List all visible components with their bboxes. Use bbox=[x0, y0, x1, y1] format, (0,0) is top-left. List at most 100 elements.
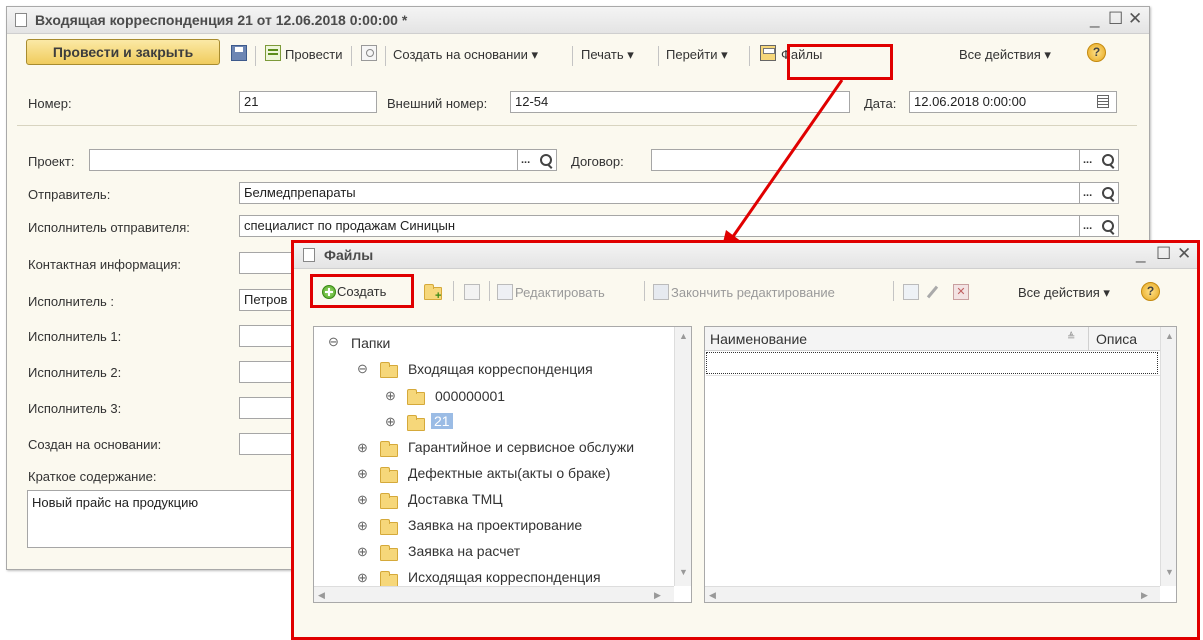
scroll-left-icon[interactable]: ◀ bbox=[709, 590, 716, 601]
expand-icon[interactable]: ⊕ bbox=[357, 467, 368, 480]
separator bbox=[644, 281, 645, 301]
goto-menu[interactable]: Перейти ▾ bbox=[666, 47, 728, 63]
project-picker[interactable]: ... bbox=[517, 149, 557, 171]
column-divider bbox=[1088, 327, 1089, 350]
scroll-down-icon[interactable]: ▼ bbox=[679, 567, 688, 577]
summary-textarea[interactable]: Новый прайс на продукцию bbox=[27, 490, 299, 548]
save-icon[interactable] bbox=[231, 45, 247, 61]
expand-icon[interactable]: ⊕ bbox=[385, 415, 396, 428]
report-icon[interactable] bbox=[361, 45, 377, 61]
contract-picker[interactable]: ... bbox=[1079, 149, 1119, 171]
finish-edit-icon[interactable] bbox=[653, 284, 669, 300]
post-and-close-button[interactable]: Провести и закрыть bbox=[26, 39, 220, 65]
scroll-up-icon[interactable]: ▲ bbox=[679, 331, 688, 341]
minimize-icon[interactable]: _ bbox=[1090, 9, 1099, 29]
scroll-left-icon[interactable]: ◀ bbox=[318, 590, 325, 601]
files-all-actions-menu[interactable]: Все действия ▾ bbox=[1018, 285, 1110, 301]
tree-item[interactable]: Заявка на расчет bbox=[408, 543, 520, 559]
expand-icon[interactable]: ⊕ bbox=[357, 493, 368, 506]
created-based-on-label: Создан на основании: bbox=[28, 437, 162, 452]
maximize-icon[interactable]: ☐ bbox=[1156, 244, 1171, 264]
collapse-icon[interactable]: ⊖ bbox=[328, 335, 339, 348]
tree-item-selected[interactable]: 21 bbox=[431, 413, 453, 429]
list-horizontal-scrollbar[interactable]: ◀ ▶ bbox=[705, 586, 1160, 602]
collapse-icon[interactable]: ⊖ bbox=[357, 362, 368, 375]
pencil-icon[interactable] bbox=[926, 285, 939, 299]
contact-info-field[interactable] bbox=[239, 252, 299, 274]
table-row[interactable] bbox=[706, 352, 1158, 374]
post-icon[interactable] bbox=[265, 45, 281, 61]
date-label: Дата: bbox=[864, 96, 897, 111]
column-header-description[interactable]: Описа bbox=[1096, 331, 1137, 347]
delete-icon[interactable]: ✕ bbox=[953, 284, 969, 300]
sender-field[interactable]: Белмедпрепараты bbox=[239, 182, 1081, 204]
executor2-field[interactable] bbox=[239, 361, 299, 383]
maximize-icon[interactable]: ☐ bbox=[1108, 9, 1123, 29]
edit-doc-icon[interactable] bbox=[497, 284, 513, 300]
executor-field[interactable]: Петров bbox=[239, 289, 299, 311]
expand-icon[interactable]: ⊕ bbox=[357, 441, 368, 454]
separator bbox=[489, 281, 490, 301]
help-icon[interactable]: ? bbox=[1087, 43, 1106, 62]
title-bar: Входящая корреспонденция 21 от 12.06.201… bbox=[7, 7, 1149, 34]
files-help-icon[interactable]: ? bbox=[1141, 282, 1160, 301]
summary-label: Краткое содержание: bbox=[28, 469, 157, 484]
sender-label: Отправитель: bbox=[28, 187, 111, 202]
sender-executor-field[interactable]: специалист по продажам Синицын bbox=[239, 215, 1081, 237]
sender-executor-picker[interactable]: ... bbox=[1079, 215, 1119, 237]
expand-icon[interactable]: ⊕ bbox=[357, 571, 368, 584]
separator bbox=[572, 46, 573, 66]
folder-icon bbox=[407, 415, 425, 431]
divider bbox=[17, 125, 1137, 126]
tree-item[interactable]: Исходящая корреспонденция bbox=[408, 569, 601, 585]
column-header-name[interactable]: Наименование bbox=[710, 331, 807, 347]
files-icon[interactable] bbox=[760, 45, 776, 61]
scroll-right-icon[interactable]: ▶ bbox=[1141, 590, 1148, 601]
number-field[interactable]: 21 bbox=[239, 91, 377, 113]
sort-icon[interactable]: ≜ bbox=[1067, 332, 1075, 343]
separator bbox=[893, 281, 894, 301]
close-icon[interactable]: ✕ bbox=[1177, 244, 1191, 264]
tree-item[interactable]: Гарантийное и сервисное обслужи bbox=[408, 439, 634, 455]
sender-picker[interactable]: ... bbox=[1079, 182, 1119, 204]
tree-item[interactable]: Доставка ТМЦ bbox=[408, 491, 503, 507]
executor-label: Исполнитель : bbox=[28, 294, 115, 309]
date-field[interactable]: 12.06.2018 0:00:00 bbox=[909, 91, 1117, 113]
copy-icon[interactable] bbox=[464, 284, 480, 300]
finish-edit-button[interactable]: Закончить редактирование bbox=[671, 285, 835, 300]
minimize-icon[interactable]: _ bbox=[1136, 244, 1145, 264]
tree-horizontal-scrollbar[interactable]: ◀ ▶ bbox=[314, 586, 674, 602]
export-icon[interactable] bbox=[903, 284, 919, 300]
all-actions-menu[interactable]: Все действия ▾ bbox=[959, 47, 1051, 63]
expand-icon[interactable]: ⊕ bbox=[357, 545, 368, 558]
executor1-field[interactable] bbox=[239, 325, 299, 347]
tree-root-label[interactable]: Папки bbox=[351, 335, 390, 351]
scroll-right-icon[interactable]: ▶ bbox=[654, 590, 661, 601]
add-folder-icon[interactable]: + bbox=[424, 284, 442, 302]
create-based-on-menu[interactable]: Создать на основании ▾ bbox=[393, 47, 538, 63]
scroll-down-icon[interactable]: ▼ bbox=[1165, 567, 1174, 577]
arrow-line bbox=[730, 79, 844, 239]
edit-button[interactable]: Редактировать bbox=[515, 285, 605, 300]
tree-item[interactable]: Входящая корреспонденция bbox=[408, 361, 593, 377]
post-button[interactable]: Провести bbox=[285, 47, 343, 62]
files-window-title: Файлы bbox=[324, 247, 374, 263]
pointer-arrow bbox=[720, 79, 844, 255]
list-vertical-scrollbar[interactable]: ▲ ▼ bbox=[1160, 327, 1176, 586]
calendar-icon[interactable] bbox=[1097, 95, 1109, 108]
tree-vertical-scrollbar[interactable]: ▲ ▼ bbox=[674, 327, 691, 586]
close-icon[interactable]: ✕ bbox=[1128, 9, 1142, 29]
scroll-up-icon[interactable]: ▲ bbox=[1165, 331, 1174, 341]
executor3-field[interactable] bbox=[239, 397, 299, 419]
files-list[interactable]: Наименование ≜ Описа ▲ ▼ ◀ ▶ bbox=[704, 326, 1177, 603]
tree-item[interactable]: 000000001 bbox=[435, 388, 505, 404]
print-menu[interactable]: Печать ▾ bbox=[581, 47, 634, 63]
created-based-on-field[interactable] bbox=[239, 433, 299, 455]
project-field[interactable] bbox=[89, 149, 519, 171]
expand-icon[interactable]: ⊕ bbox=[385, 389, 396, 402]
tree-item[interactable]: Дефектные акты(акты о браке) bbox=[408, 465, 610, 481]
tree-item[interactable]: Заявка на проектирование bbox=[408, 517, 582, 533]
folders-tree[interactable]: ⊖ Папки ⊖ Входящая корреспонденция ⊕ 000… bbox=[313, 326, 692, 603]
expand-icon[interactable]: ⊕ bbox=[357, 519, 368, 532]
number-label: Номер: bbox=[28, 96, 72, 111]
